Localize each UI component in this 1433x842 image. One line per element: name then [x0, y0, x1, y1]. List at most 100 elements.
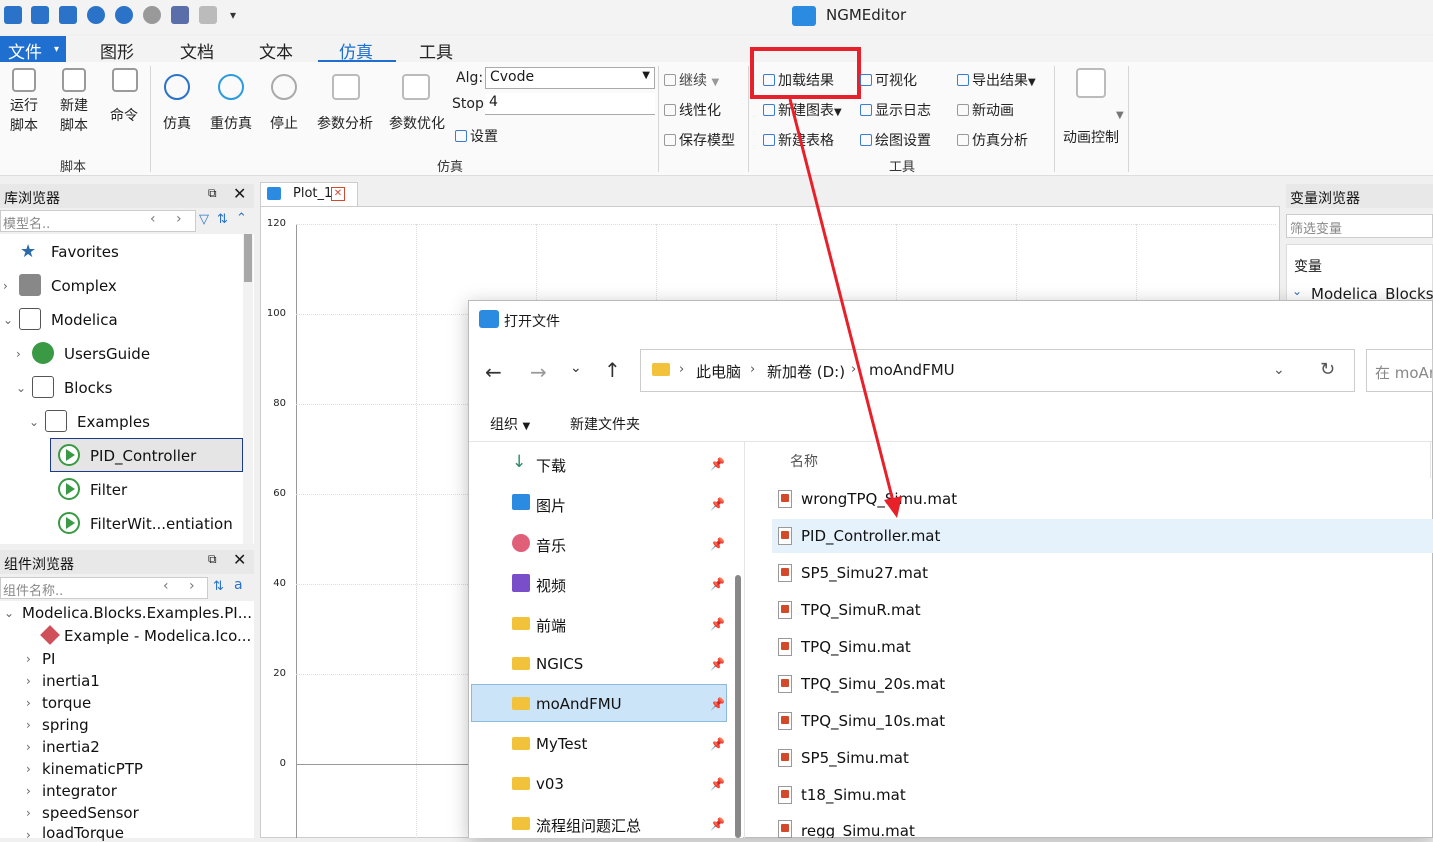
comp-root[interactable]: Modelica.Blocks.Examples.PI...	[22, 604, 252, 622]
menu-tools[interactable]: 工具	[419, 38, 453, 63]
file-row[interactable]: SP5_Simu.mat	[772, 741, 1433, 775]
file-row[interactable]: TPQ_Simu.mat	[772, 630, 1433, 664]
float-panel-icon[interactable]: ⧉	[208, 186, 217, 201]
tree-item-complex[interactable]: Complex	[51, 277, 117, 295]
prev-icon[interactable]: ‹	[163, 578, 169, 594]
tree-item-pid-controller[interactable]: PID_Controller	[90, 447, 196, 465]
pin-icon[interactable]: 📌	[710, 577, 725, 591]
address-dropdown-icon[interactable]: ⌄	[1273, 362, 1285, 378]
param-opt-button[interactable]: 参数优化	[384, 114, 450, 134]
expand-icon[interactable]: ›	[26, 762, 31, 776]
pin-icon[interactable]: 📌	[710, 697, 725, 711]
expand-icon[interactable]: ›	[16, 347, 21, 361]
expand-icon[interactable]: ›	[26, 674, 31, 688]
expand-icon[interactable]: ›	[26, 828, 31, 842]
filter-a-icon[interactable]: a	[234, 577, 243, 593]
recent-dropdown-icon[interactable]: ⌄	[570, 360, 582, 376]
new-folder-button[interactable]: 新建文件夹	[570, 414, 640, 434]
var-filter-input[interactable]: 筛选变量	[1286, 214, 1433, 238]
float-panel-icon[interactable]: ⧉	[208, 552, 217, 567]
param-analysis-button[interactable]: 参数分析	[312, 114, 378, 134]
collapse-icon[interactable]: ⌄	[4, 606, 14, 620]
menu-document[interactable]: 文档	[180, 38, 214, 63]
save-icon[interactable]	[59, 6, 77, 24]
collapse-icon[interactable]: ⌄	[1292, 284, 1302, 298]
menu-graphics[interactable]: 图形	[100, 38, 134, 63]
file-row[interactable]: TPQ_SimuR.mat	[772, 593, 1433, 627]
comp-search-input[interactable]: 组件名称..	[0, 577, 208, 599]
alg-select[interactable]: Cvode ▼	[485, 67, 655, 89]
run-script-button[interactable]: 运行 脚本	[4, 96, 44, 136]
new-table-button[interactable]: 新建表格	[763, 130, 834, 150]
collapse-all-icon[interactable]: ⌃	[236, 211, 247, 226]
new-chart-button[interactable]: 新建图表▼	[763, 100, 842, 120]
tree-item-filterwith[interactable]: FilterWit...entiation	[90, 515, 233, 533]
forward-arrow-icon[interactable]: →	[530, 360, 547, 384]
pin-icon[interactable]: 📌	[710, 537, 725, 551]
back-arrow-icon[interactable]: ←	[485, 360, 502, 384]
tree-item-favorites[interactable]: Favorites	[51, 243, 119, 261]
comp-item-pi[interactable]: PI	[42, 650, 55, 668]
sort-icon[interactable]: ⇅	[213, 579, 224, 594]
up-arrow-icon[interactable]: ↑	[604, 358, 621, 382]
pin-icon[interactable]: 📌	[710, 737, 725, 751]
comp-item-loadtorque[interactable]: loadTorque	[42, 824, 124, 842]
pin-icon[interactable]: 📌	[710, 817, 725, 831]
tab-plot-1[interactable]: Plot_1 ✕	[260, 182, 358, 206]
sort-icon[interactable]: ⇅	[217, 212, 228, 227]
play-icon[interactable]	[87, 6, 105, 24]
next-icon[interactable]: ›	[189, 578, 195, 594]
show-log-button[interactable]: 显示日志	[860, 100, 931, 120]
close-tab-icon[interactable]: ✕	[331, 187, 345, 201]
menu-file[interactable]: 文件	[8, 38, 42, 63]
close-panel-icon[interactable]: ✕	[233, 550, 246, 569]
tree-item-examples[interactable]: Examples	[77, 413, 150, 431]
collapse-icon[interactable]: ⌄	[3, 313, 13, 327]
expand-icon[interactable]: ›	[3, 279, 8, 293]
tree-item-usersguide[interactable]: UsersGuide	[64, 345, 150, 363]
breadcrumb-this-pc[interactable]: 此电脑	[696, 361, 741, 382]
file-row[interactable]: SP5_Simu27.mat	[772, 556, 1433, 590]
tree-item-modelica[interactable]: Modelica	[51, 311, 118, 329]
expand-icon[interactable]: ›	[26, 696, 31, 710]
expand-icon[interactable]: ›	[26, 718, 31, 732]
pin-icon[interactable]: 📌	[710, 617, 725, 631]
comp-item-example[interactable]: Example - Modelica.Ico...	[64, 627, 251, 645]
new-animation-button[interactable]: 新动画	[957, 100, 1014, 120]
comp-item-torque[interactable]: torque	[42, 694, 91, 712]
pin-icon[interactable]: 📌	[710, 657, 725, 671]
open-folder-icon[interactable]	[31, 6, 49, 24]
ribbon-collapse-icon[interactable]: ▼	[1116, 110, 1124, 121]
breadcrumb-drive[interactable]: 新加卷 (D:)	[767, 361, 845, 382]
comp-item-inertia1[interactable]: inertia1	[42, 672, 100, 690]
pin-icon[interactable]: 📌	[710, 777, 725, 791]
comp-item-speedsensor[interactable]: speedSensor	[42, 804, 139, 822]
resimulate-button[interactable]: 重仿真	[206, 114, 256, 134]
code-icon[interactable]	[199, 6, 217, 24]
collapse-icon[interactable]: ⌄	[16, 381, 26, 395]
quick-access-dropdown-icon[interactable]: ▾	[230, 8, 236, 22]
prev-icon[interactable]: ‹	[150, 211, 156, 227]
visualize-button[interactable]: 可视化	[860, 70, 917, 90]
new-script-button[interactable]: 新建 脚本	[54, 96, 94, 136]
organize-button[interactable]: 组织 ▼	[490, 414, 530, 434]
new-file-icon[interactable]	[4, 6, 22, 24]
simulate-button[interactable]: 仿真	[157, 114, 197, 134]
file-row[interactable]: t18_Simu.mat	[772, 778, 1433, 812]
tree-item-filter[interactable]: Filter	[90, 481, 127, 499]
collapse-icon[interactable]: ⌄	[29, 415, 39, 429]
lib-search-input[interactable]: 模型名..	[0, 210, 196, 232]
address-bar[interactable]	[640, 349, 1355, 392]
lib-scroll-thumb[interactable]	[244, 234, 252, 282]
comp-item-inertia2[interactable]: inertia2	[42, 738, 100, 756]
file-row-selected[interactable]: PID_Controller.mat	[772, 519, 1433, 553]
settings-sliders-icon[interactable]	[171, 6, 189, 24]
plot-settings-button[interactable]: 绘图设置	[860, 130, 931, 150]
filter-icon[interactable]: ▽	[199, 212, 209, 227]
close-panel-icon[interactable]: ✕	[233, 184, 246, 203]
stop-icon[interactable]	[143, 6, 161, 24]
pin-icon[interactable]: 📌	[710, 457, 725, 471]
comp-item-kinematicptp[interactable]: kinematicPTP	[42, 760, 143, 778]
comp-item-spring[interactable]: spring	[42, 716, 89, 734]
breadcrumb-folder[interactable]: moAndFMU	[869, 361, 955, 379]
